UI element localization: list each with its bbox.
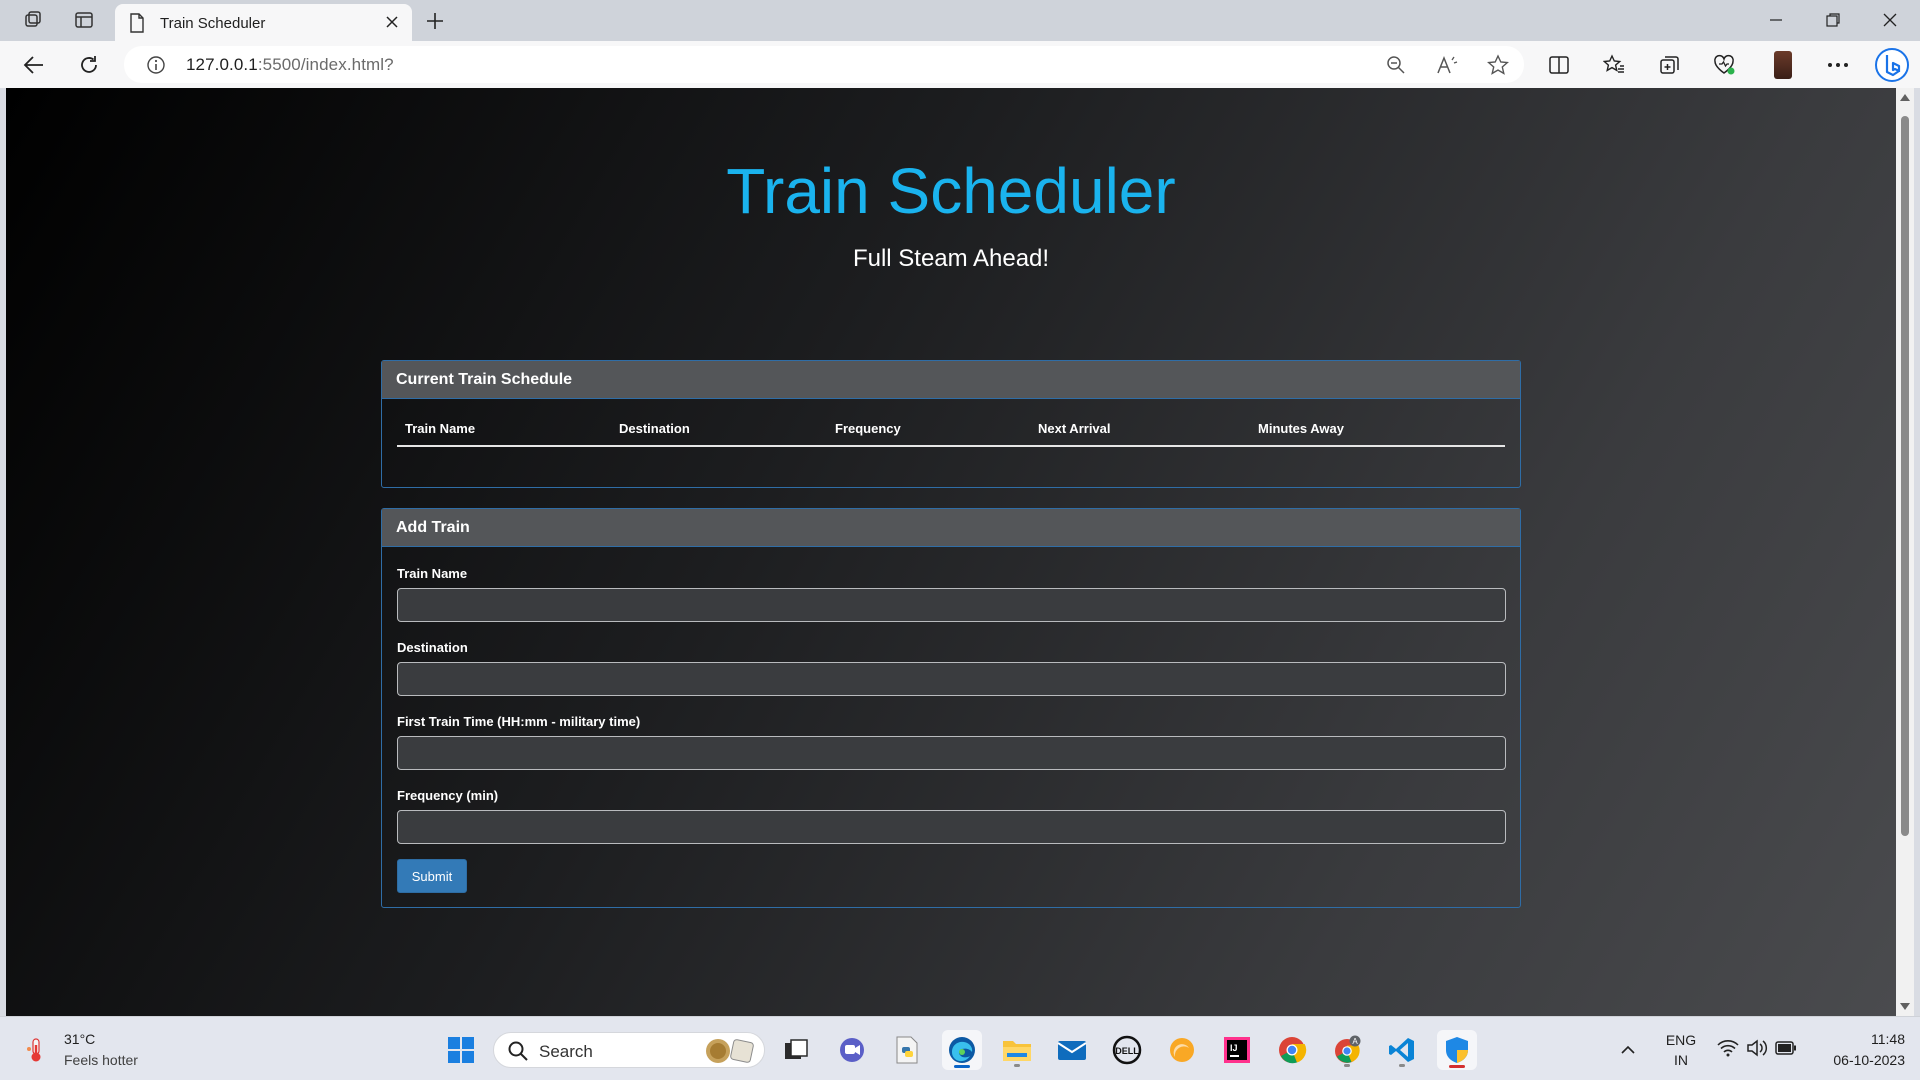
url-host: 127.0.0.1	[186, 55, 258, 74]
region-code[interactable]: IN	[1664, 1052, 1698, 1068]
scroll-down-arrow-icon[interactable]	[1900, 1003, 1910, 1010]
page-scrollbar[interactable]	[1896, 88, 1914, 1016]
weather-app-icon[interactable]	[1162, 1030, 1202, 1070]
add-train-panel: Add Train Train Name Destination First T…	[381, 508, 1521, 908]
file-explorer-icon[interactable]	[997, 1030, 1037, 1070]
intellij-icon[interactable]: IJ	[1217, 1030, 1257, 1070]
favorites-icon[interactable]	[1598, 49, 1630, 81]
more-options-icon[interactable]	[1822, 49, 1854, 81]
start-windows-icon[interactable]	[441, 1030, 481, 1070]
svg-text:A: A	[1352, 1037, 1358, 1046]
page-subtitle: Full Steam Ahead!	[852, 245, 1050, 272]
edge-browser-icon[interactable]	[942, 1030, 982, 1070]
clock-time[interactable]: 11:48	[1810, 1031, 1905, 1047]
browser-toolbar: 127.0.0.1:5500/index.html?	[0, 41, 1920, 88]
minimize-button[interactable]	[1753, 6, 1799, 34]
alert-indicator	[1449, 1065, 1465, 1068]
first-train-time-label: First Train Time (HH:mm - military time)	[397, 714, 641, 729]
profile-avatar[interactable]	[1767, 49, 1799, 81]
col-next-arrival: Next Arrival	[1030, 420, 1250, 447]
page-title: Train Scheduler	[726, 155, 1176, 227]
windows-security-icon[interactable]	[1437, 1030, 1477, 1070]
url-text[interactable]: 127.0.0.1:5500/index.html?	[186, 55, 394, 75]
url-path: :5500/index.html?	[257, 55, 394, 74]
mail-icon[interactable]	[1052, 1030, 1092, 1070]
collections-icon[interactable]	[1653, 49, 1685, 81]
refresh-icon[interactable]	[73, 49, 105, 81]
python-file-icon[interactable]	[887, 1030, 927, 1070]
running-app-indicator	[1344, 1064, 1350, 1067]
first-train-time-input[interactable]	[397, 736, 1506, 770]
task-view-icon[interactable]	[776, 1030, 816, 1070]
language-code[interactable]: ENG	[1664, 1032, 1698, 1048]
taskbar-search-box[interactable]: Search	[493, 1032, 765, 1068]
workspaces-icon[interactable]	[19, 7, 47, 33]
copilot-icon[interactable]	[1873, 46, 1911, 84]
restore-button[interactable]	[1810, 6, 1856, 34]
page-icon	[129, 13, 145, 38]
train-name-input[interactable]	[397, 588, 1506, 622]
tab-train-scheduler[interactable]: Train Scheduler	[115, 4, 412, 41]
train-name-label: Train Name	[397, 566, 468, 581]
close-window-button[interactable]	[1867, 6, 1913, 34]
wifi-icon[interactable]	[1717, 1039, 1739, 1062]
search-label: Search	[539, 1042, 593, 1061]
tab-actions-icon[interactable]	[70, 7, 98, 33]
col-minutes-away: Minutes Away	[1250, 420, 1505, 447]
browser-tab-bar: Train Scheduler	[0, 0, 1920, 41]
weather-temperature[interactable]: 31°C	[64, 1031, 95, 1047]
site-info-icon[interactable]	[146, 55, 166, 80]
search-highlight-icon	[704, 1037, 756, 1065]
show-hidden-icons-chevron-icon[interactable]	[1613, 1030, 1643, 1070]
clock-date[interactable]: 06-10-2023	[1810, 1052, 1905, 1068]
back-arrow-icon[interactable]	[18, 49, 50, 81]
running-app-indicator	[1399, 1064, 1405, 1067]
address-bar[interactable]: 127.0.0.1:5500/index.html?	[124, 46, 1524, 83]
split-screen-icon[interactable]	[1543, 49, 1575, 81]
windows-taskbar: 31°C Feels hotter Search DELL IJ A ENG I…	[0, 1016, 1920, 1080]
weather-description[interactable]: Feels hotter	[64, 1052, 138, 1068]
active-app-indicator	[954, 1065, 970, 1068]
tab-title: Train Scheduler	[160, 15, 266, 32]
scroll-thumb[interactable]	[1901, 116, 1909, 836]
favorite-star-icon[interactable]	[1486, 53, 1510, 77]
col-frequency: Frequency	[827, 420, 1030, 447]
schedule-table: Train Name Destination Frequency Next Ar…	[397, 420, 1505, 447]
read-aloud-icon[interactable]	[1435, 53, 1459, 77]
current-schedule-panel: Current Train Schedule Train Name Destin…	[381, 360, 1521, 488]
schedule-header-row: Train Name Destination Frequency Next Ar…	[397, 420, 1505, 447]
frequency-input[interactable]	[397, 810, 1506, 844]
svg-text:IJ: IJ	[1230, 1043, 1238, 1053]
zoom-out-icon[interactable]	[1384, 53, 1408, 77]
destination-input[interactable]	[397, 662, 1506, 696]
volume-icon[interactable]	[1746, 1039, 1768, 1062]
frequency-label: Frequency (min)	[397, 788, 499, 803]
running-app-indicator	[1014, 1064, 1020, 1067]
chrome-icon[interactable]	[1272, 1030, 1312, 1070]
page-viewport: Train Scheduler Full Steam Ahead! Curren…	[6, 88, 1896, 1016]
col-destination: Destination	[611, 420, 827, 447]
battery-icon[interactable]	[1775, 1041, 1797, 1060]
teams-chat-icon[interactable]	[832, 1030, 872, 1070]
submit-button[interactable]: Submit	[397, 859, 467, 893]
schedule-panel-heading: Current Train Schedule	[382, 361, 1520, 399]
thermometer-icon[interactable]	[26, 1037, 48, 1063]
new-tab-button[interactable]	[421, 8, 449, 34]
close-tab-icon[interactable]	[382, 12, 402, 32]
col-train-name: Train Name	[397, 420, 611, 447]
browser-essentials-icon[interactable]	[1708, 49, 1740, 81]
add-train-heading: Add Train	[382, 509, 1520, 547]
vscode-icon[interactable]	[1382, 1030, 1422, 1070]
scroll-up-arrow-icon[interactable]	[1900, 94, 1910, 101]
chrome-profile-icon[interactable]: A	[1327, 1030, 1367, 1070]
search-icon	[508, 1041, 528, 1066]
destination-label: Destination	[397, 640, 468, 655]
svg-text:DELL: DELL	[1115, 1046, 1139, 1056]
dell-icon[interactable]: DELL	[1107, 1030, 1147, 1070]
